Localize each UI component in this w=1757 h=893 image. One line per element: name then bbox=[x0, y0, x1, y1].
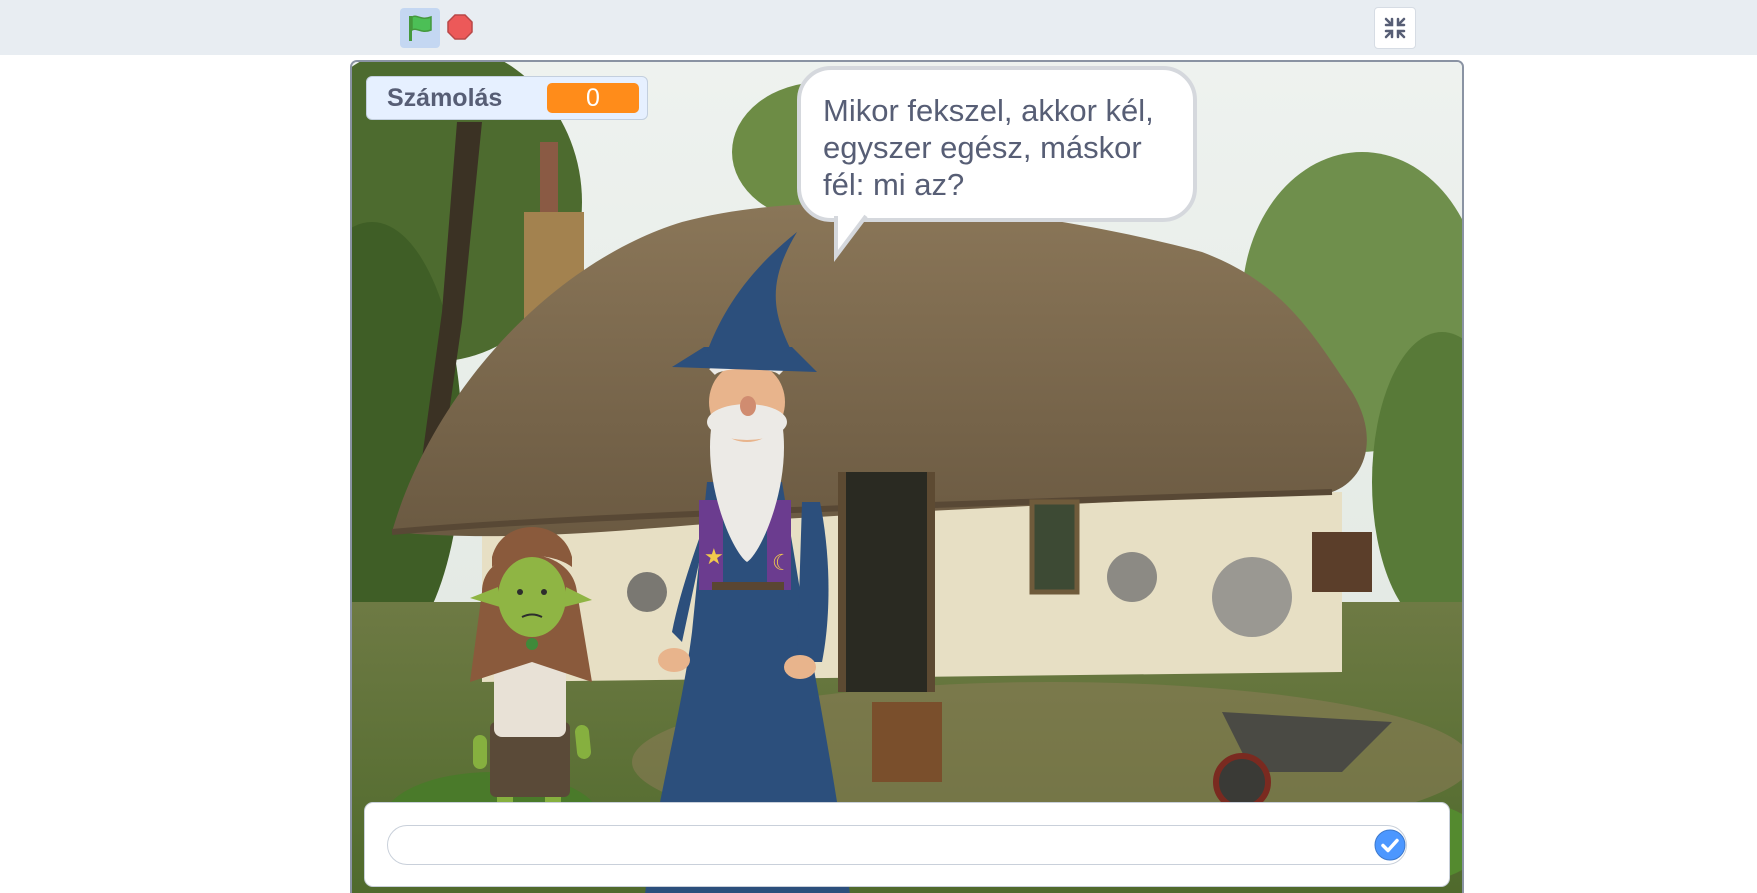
answer-submit-button[interactable] bbox=[1372, 827, 1408, 863]
speech-bubble-line: Mikor fekszel, akkor kél, bbox=[823, 93, 1154, 128]
speech-bubble-tail bbox=[834, 214, 868, 262]
svg-text:★: ★ bbox=[704, 545, 724, 570]
stop-sign-icon bbox=[447, 14, 473, 40]
svg-text:☾: ☾ bbox=[772, 551, 792, 576]
green-flag-button[interactable] bbox=[400, 8, 440, 48]
speech-bubble-line: fél: mi az? bbox=[823, 167, 965, 202]
exit-fullscreen-icon bbox=[1384, 17, 1406, 39]
ask-prompt bbox=[364, 802, 1450, 887]
check-icon bbox=[1374, 829, 1406, 861]
stop-button[interactable] bbox=[446, 13, 474, 41]
variable-monitor-label: Számolás bbox=[387, 83, 503, 112]
variable-monitor: Számolás 0 bbox=[366, 76, 648, 120]
speech-bubble-line: egyszer egész, máskor bbox=[823, 130, 1142, 165]
variable-monitor-value: 0 bbox=[547, 83, 639, 113]
answer-input[interactable] bbox=[387, 825, 1407, 865]
stage[interactable]: ★ ☾ Számolás 0 Mikor fekszel, akkor kél,… bbox=[350, 60, 1464, 893]
stage-header bbox=[0, 0, 1757, 55]
speech-bubble: Mikor fekszel, akkor kél, egyszer egész,… bbox=[797, 66, 1197, 222]
green-flag-icon bbox=[409, 15, 432, 41]
exit-fullscreen-button[interactable] bbox=[1374, 7, 1416, 49]
